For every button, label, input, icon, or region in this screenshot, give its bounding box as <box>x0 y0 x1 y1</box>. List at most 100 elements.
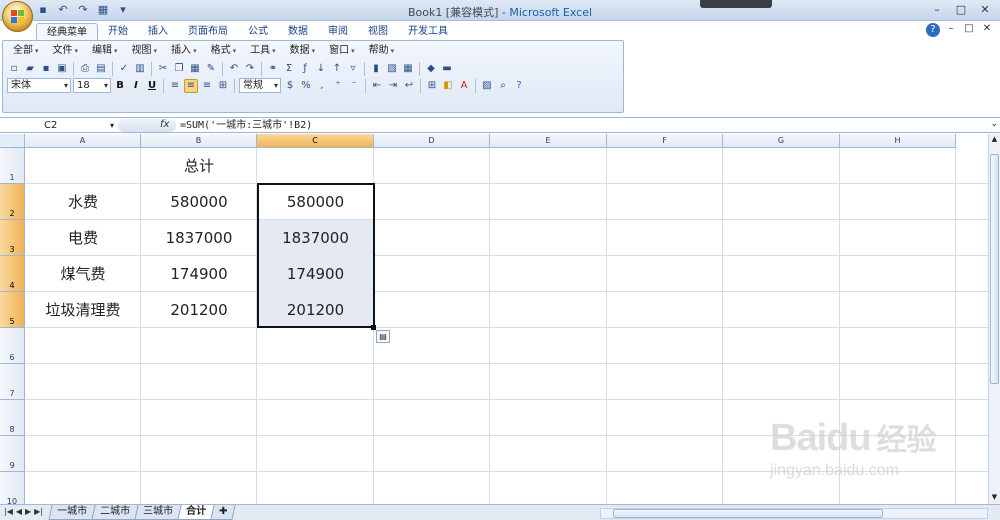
ribbon-tab[interactable]: 视图 <box>358 23 398 40</box>
paste-tool-icon[interactable]: ▦ <box>188 62 202 76</box>
formula-input[interactable]: =SUM('一城市:三城市'!B2) <box>180 119 312 132</box>
spelling-icon[interactable]: ✓ <box>117 62 131 76</box>
help-tool-icon[interactable]: ? <box>512 79 526 93</box>
row-header[interactable]: 8 <box>0 400 25 436</box>
autosum-icon[interactable]: Σ <box>282 62 296 76</box>
column-header[interactable]: E <box>490 134 607 148</box>
ribbon-close-button[interactable]: ✕ <box>980 23 994 37</box>
permission-icon[interactable]: ▣ <box>55 62 69 76</box>
classic-menu-item[interactable]: 视图 ▾ <box>126 44 164 58</box>
row-header[interactable]: 1 <box>0 148 25 184</box>
insert-function-button[interactable]: fx <box>160 119 169 130</box>
currency-icon[interactable]: $ <box>283 79 297 93</box>
column-header[interactable]: F <box>607 134 723 148</box>
classic-menu-item[interactable]: 全部 ▾ <box>7 44 45 58</box>
insert-sheet-icon[interactable]: ✚ <box>210 505 236 520</box>
align-right-icon[interactable]: ≡ <box>200 79 214 93</box>
cell-b5[interactable]: 201200 <box>141 292 257 328</box>
new-icon[interactable]: ▫ <box>7 62 21 76</box>
column-header[interactable]: D <box>374 134 490 148</box>
styles-icon[interactable]: ▨ <box>480 79 494 93</box>
underline-button[interactable]: U <box>145 79 159 93</box>
scroll-up-icon[interactable]: ▲ <box>989 134 1000 144</box>
ribbon-tab[interactable]: 插入 <box>138 23 178 40</box>
ribbon-tab[interactable]: 开始 <box>98 23 138 40</box>
paste-options-icon[interactable]: ▤ <box>376 330 390 343</box>
cell-b2[interactable]: 580000 <box>141 184 257 220</box>
prev-sheet-icon[interactable]: ◀ <box>16 507 22 516</box>
fill-color-icon[interactable]: ◧ <box>441 79 455 93</box>
merge-center-icon[interactable]: ⊞ <box>216 79 230 93</box>
select-all-corner[interactable] <box>0 134 25 148</box>
horizontal-scrollbar[interactable] <box>600 508 988 519</box>
ribbon-tab[interactable]: 审阅 <box>318 23 358 40</box>
cell-a5[interactable]: 垃圾清理费 <box>25 292 141 328</box>
ribbon-minimize-button[interactable]: – <box>944 23 958 37</box>
cell-b1[interactable]: 总计 <box>141 148 257 184</box>
row-header[interactable]: 9 <box>0 436 25 472</box>
chart-icon[interactable]: ▮ <box>369 62 383 76</box>
column-header[interactable]: B <box>141 134 257 148</box>
bold-button[interactable]: B <box>113 79 127 93</box>
horizontal-scroll-thumb[interactable] <box>613 509 883 518</box>
align-left-icon[interactable]: ≡ <box>168 79 182 93</box>
classic-menu-item[interactable]: 帮助 ▾ <box>363 44 401 58</box>
classic-menu-item[interactable]: 编辑 ▾ <box>86 44 124 58</box>
align-center-icon[interactable]: ≡ <box>184 78 198 93</box>
comma-icon[interactable]: , <box>315 79 329 93</box>
percent-icon[interactable]: % <box>299 79 313 93</box>
decrease-decimal-icon[interactable]: ⁻ <box>347 79 361 93</box>
minimize-button[interactable]: – <box>926 2 948 17</box>
column-header[interactable]: A <box>25 134 141 148</box>
hyperlink-icon[interactable]: ⚭ <box>266 62 280 76</box>
copy-icon[interactable]: ❐ <box>172 62 186 76</box>
row-header[interactable]: 2 <box>0 184 25 220</box>
filter-icon[interactable]: ▿ <box>346 62 360 76</box>
cell-a2[interactable]: 水费 <box>25 184 141 220</box>
font-color-icon[interactable]: A <box>457 79 471 93</box>
help-icon[interactable]: ? <box>926 23 940 37</box>
increase-decimal-icon[interactable]: ⁺ <box>331 79 345 93</box>
row-header[interactable]: 5 <box>0 292 25 328</box>
ribbon-tab[interactable]: 页面布局 <box>178 23 238 40</box>
pivot-icon[interactable]: ▧ <box>385 62 399 76</box>
sort-descending-icon[interactable]: ↑ <box>330 62 344 76</box>
next-sheet-icon[interactable]: ▶ <box>25 507 31 516</box>
classic-menu-item[interactable]: 格式 ▾ <box>205 44 243 58</box>
office-button[interactable] <box>2 1 33 32</box>
chevron-down-icon[interactable]: ▾ <box>110 119 114 132</box>
sort-ascending-icon[interactable]: ↓ <box>314 62 328 76</box>
vertical-scrollbar[interactable]: ▲ ▼ <box>988 134 1000 504</box>
cut-icon[interactable]: ✂ <box>156 62 170 76</box>
ribbon-restore-button[interactable]: □ <box>962 23 976 37</box>
number-format-select[interactable]: 常规 <box>239 78 281 93</box>
format-painter-icon[interactable]: ✎ <box>204 62 218 76</box>
last-sheet-icon[interactable]: ▶| <box>34 507 43 516</box>
redo-tool-icon[interactable]: ↷ <box>243 62 257 76</box>
expand-formula-bar-icon[interactable]: ⌄ <box>990 119 998 129</box>
ribbon-tab[interactable]: 数据 <box>278 23 318 40</box>
column-header[interactable]: H <box>840 134 956 148</box>
open-icon[interactable]: ▰ <box>23 62 37 76</box>
increase-indent-icon[interactable]: ⇥ <box>386 79 400 93</box>
classic-menu-item[interactable]: 文件 ▾ <box>47 44 85 58</box>
ribbon-tab[interactable]: 开发工具 <box>398 23 458 40</box>
save-tool-icon[interactable]: ▪ <box>39 62 53 76</box>
borders-icon[interactable]: ⊞ <box>425 79 439 93</box>
research-icon[interactable]: ▥ <box>133 62 147 76</box>
classic-menu-item[interactable]: 窗口 ▾ <box>323 44 361 58</box>
font-name-select[interactable]: 宋体 <box>7 78 71 93</box>
classic-menu-item[interactable]: 工具 ▾ <box>244 44 282 58</box>
row-header[interactable]: 10 <box>0 472 25 504</box>
folder-icon[interactable]: ▬ <box>440 62 454 76</box>
worksheet-grid[interactable]: A B C D E F G H 1 2 3 4 5 6 7 8 9 10 总计 水费 580000 580000 电费 183… <box>0 134 988 504</box>
close-button[interactable]: ✕ <box>974 2 996 17</box>
ribbon-tab[interactable]: 公式 <box>238 23 278 40</box>
vertical-scroll-thumb[interactable] <box>990 154 999 384</box>
print-icon[interactable]: ⎙ <box>78 62 92 76</box>
print-preview-icon[interactable]: ▤ <box>94 62 108 76</box>
maximize-button[interactable]: □ <box>950 2 972 17</box>
cell-b3[interactable]: 1837000 <box>141 220 257 256</box>
first-sheet-icon[interactable]: |◀ <box>4 507 13 516</box>
decrease-indent-icon[interactable]: ⇤ <box>370 79 384 93</box>
